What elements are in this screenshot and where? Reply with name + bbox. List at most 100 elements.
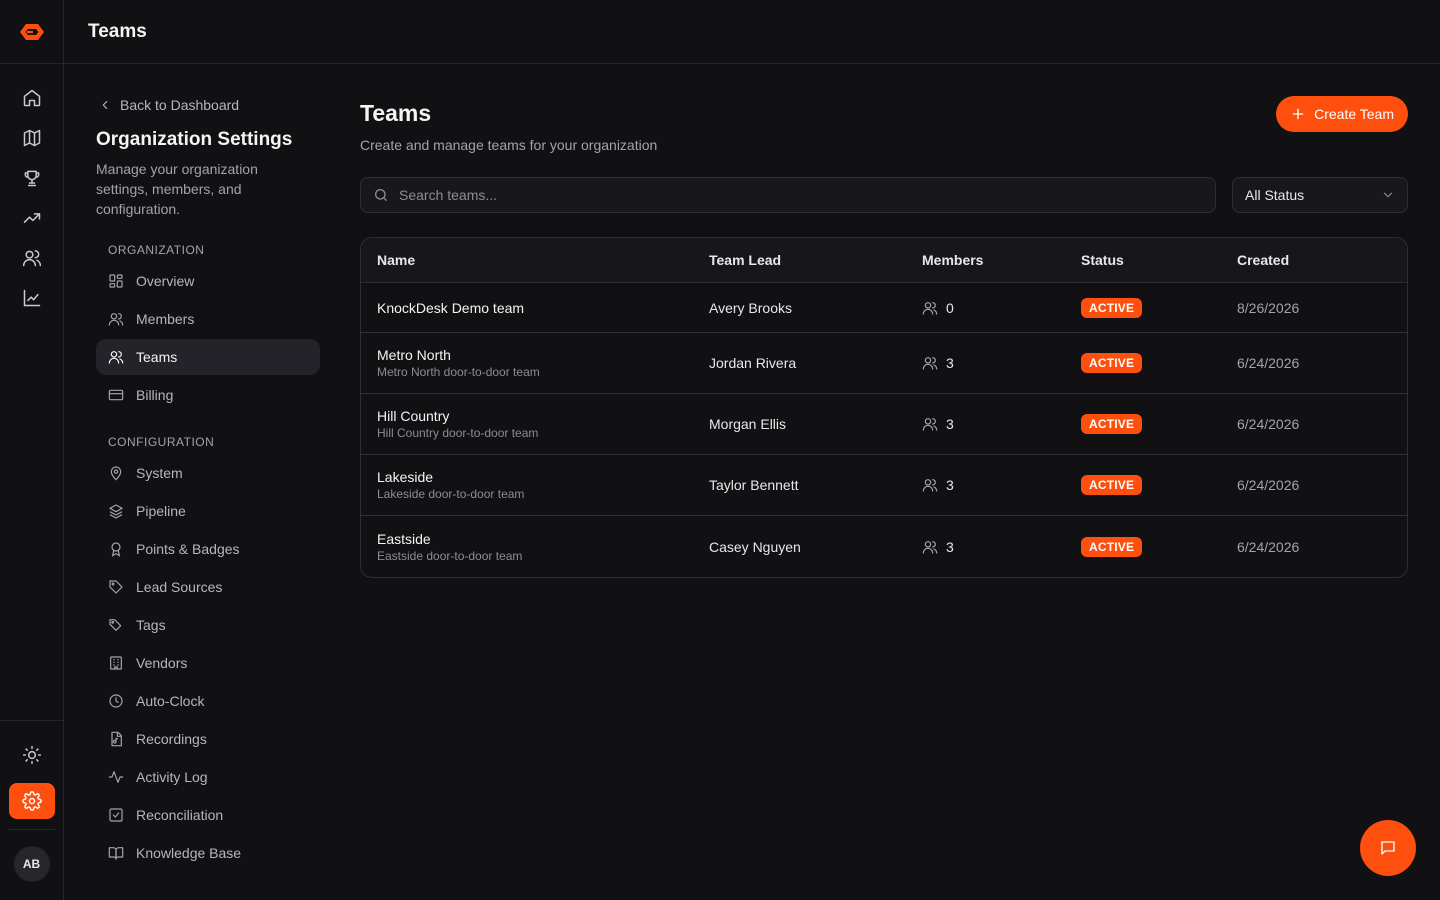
section-label-organization: ORGANIZATION xyxy=(108,243,205,257)
team-name: KnockDesk Demo team xyxy=(377,299,525,316)
sidebar-item-auto-clock[interactable]: Auto-Clock xyxy=(96,683,320,719)
member-count-value: 0 xyxy=(946,299,954,316)
sidebar-item-points-badges[interactable]: Points & Badges xyxy=(96,531,320,567)
sidebar-item-system[interactable]: System xyxy=(96,455,320,491)
rail-divider xyxy=(8,829,55,830)
chevron-left-icon xyxy=(102,100,108,110)
award-icon xyxy=(108,541,124,557)
rail-trophy-button[interactable] xyxy=(0,158,64,198)
page-subtitle: Create and manage teams for your organiz… xyxy=(360,137,658,153)
file-audio-icon xyxy=(108,731,124,747)
sidebar-description: Manage your organization settings, membe… xyxy=(96,161,258,217)
sidebar-item-label: Billing xyxy=(136,387,174,403)
sidebar-item-label: Reconciliation xyxy=(136,807,224,823)
table-row[interactable]: Hill Country Hill Country door-to-door t… xyxy=(361,394,1407,455)
member-count-value: 3 xyxy=(946,416,954,432)
sidebar-title: Organization Settings xyxy=(96,129,293,150)
top-bar: Teams xyxy=(64,0,1440,64)
member-count: 3 xyxy=(922,355,1081,371)
created-date: 6/24/2026 xyxy=(1237,355,1300,371)
sidebar-item-tags[interactable]: Tags xyxy=(96,607,320,643)
rail-trending-button[interactable] xyxy=(0,198,64,238)
member-count-value: 3 xyxy=(946,477,954,493)
sun-icon xyxy=(22,745,42,765)
check-square-icon xyxy=(108,807,124,823)
team-lead: Morgan Ellis xyxy=(709,416,787,432)
sidebar-item-lead-sources[interactable]: Lead Sources xyxy=(96,569,320,605)
team-name: Metro North xyxy=(377,347,451,363)
created-date: 6/24/2026 xyxy=(1237,416,1300,432)
member-count: 0 xyxy=(922,300,1081,316)
create-team-button[interactable]: Create Team xyxy=(1276,96,1408,132)
status-badge: ACTIVE xyxy=(1081,414,1143,434)
sidebar-item-knowledge-base[interactable]: Knowledge Base xyxy=(96,835,320,871)
search-input[interactable] xyxy=(399,187,1179,203)
team-lead: Taylor Bennett xyxy=(709,477,799,493)
settings-sidebar: Back to Dashboard Organization Settings … xyxy=(96,64,320,900)
sidebar-item-members[interactable]: Members xyxy=(96,301,320,337)
map-icon xyxy=(23,129,41,147)
column-header-members: Members xyxy=(922,252,984,268)
member-count-value: 3 xyxy=(946,355,954,371)
sidebar-item-reconciliation[interactable]: Reconciliation xyxy=(96,797,320,833)
sidebar-item-billing[interactable]: Billing xyxy=(96,377,320,413)
search-box xyxy=(360,177,1216,213)
member-count: 3 xyxy=(922,539,1081,555)
team-lead: Jordan Rivera xyxy=(709,355,797,371)
table-row[interactable]: Lakeside Lakeside door-to-door team Tayl… xyxy=(361,455,1407,516)
sidebar-item-activity-log[interactable]: Activity Log xyxy=(96,759,320,795)
sidebar-item-overview[interactable]: Overview xyxy=(96,263,320,299)
settings-button[interactable] xyxy=(8,783,55,819)
user-icon xyxy=(108,311,124,327)
book-open-icon xyxy=(108,845,124,861)
sidebar-item-teams[interactable]: Teams xyxy=(96,339,320,375)
icon-rail: AB xyxy=(0,0,64,900)
table-row[interactable]: Metro North Metro North door-to-door tea… xyxy=(361,333,1407,394)
rail-users-button[interactable] xyxy=(0,238,64,278)
back-to-dashboard-link[interactable]: Back to Dashboard xyxy=(98,97,320,113)
team-description: Lakeside door-to-door team xyxy=(377,487,525,501)
team-lead: Avery Brooks xyxy=(709,299,792,316)
column-header-name: Name xyxy=(377,252,416,268)
clock-icon xyxy=(108,693,124,709)
search-icon xyxy=(375,189,387,201)
rail-home-button[interactable] xyxy=(0,78,64,118)
chat-button[interactable] xyxy=(1360,820,1416,876)
sidebar-item-label: Recordings xyxy=(136,731,207,747)
status-badge: ACTIVE xyxy=(1081,536,1143,557)
chart-line-icon xyxy=(23,289,41,307)
theme-toggle-button[interactable] xyxy=(0,735,64,775)
sidebar-item-label: Teams xyxy=(136,349,178,365)
team-lead: Casey Nguyen xyxy=(709,538,801,555)
status-filter-select[interactable]: All Status xyxy=(1232,177,1408,213)
sidebar-item-pipeline[interactable]: Pipeline xyxy=(96,493,320,529)
teams-table: Name Team Lead Members Status Created Kn… xyxy=(360,237,1408,578)
users-icon xyxy=(922,300,938,316)
rail-analytics-button[interactable] xyxy=(0,278,64,318)
sidebar-item-vendors[interactable]: Vendors xyxy=(96,645,320,681)
credit-card-icon xyxy=(108,387,124,403)
sidebar-item-label: System xyxy=(136,465,183,481)
team-name: Eastside xyxy=(377,530,431,547)
app-logo[interactable] xyxy=(0,0,63,64)
plus-icon xyxy=(1292,108,1304,120)
sidebar-item-label: Auto-Clock xyxy=(136,693,205,709)
column-header-team-lead: Team Lead xyxy=(709,252,782,268)
sidebar-item-label: Vendors xyxy=(136,655,188,671)
users-icon xyxy=(922,355,938,371)
status-badge: ACTIVE xyxy=(1081,297,1143,318)
users-icon xyxy=(922,477,938,493)
sidebar-item-recordings[interactable]: Recordings xyxy=(96,721,320,757)
member-count-value: 3 xyxy=(946,538,954,555)
users-icon xyxy=(922,539,938,555)
user-avatar[interactable]: AB xyxy=(13,846,50,882)
created-date: 6/24/2026 xyxy=(1237,477,1300,493)
tags-icon xyxy=(108,617,124,633)
home-icon xyxy=(23,89,41,107)
table-row[interactable]: Eastside Eastside door-to-door team Case… xyxy=(361,516,1407,577)
trending-up-icon xyxy=(23,213,41,223)
member-count: 3 xyxy=(922,477,1081,493)
table-row[interactable]: KnockDesk Demo team Avery Brooks 0 ACTIV… xyxy=(361,283,1407,333)
rail-map-button[interactable] xyxy=(0,118,64,158)
column-header-created: Created xyxy=(1237,252,1290,268)
